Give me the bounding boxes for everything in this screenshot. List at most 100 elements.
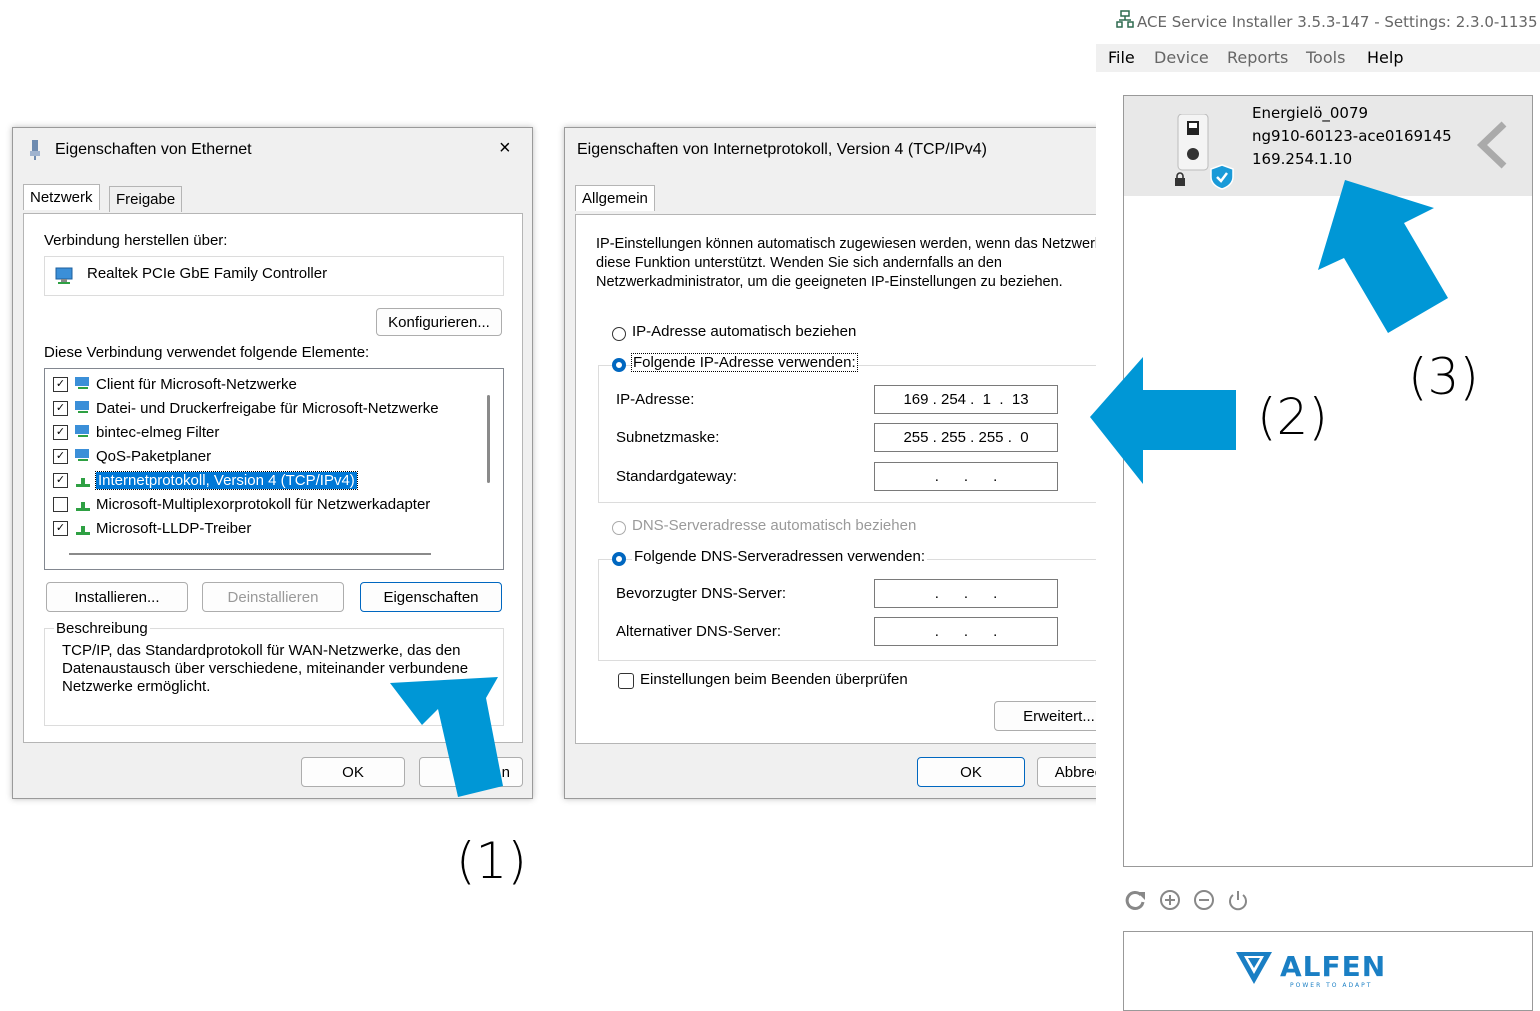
- list-item[interactable]: ✓ bintec-elmeg Filter: [53, 421, 219, 443]
- ip-auto-label[interactable]: IP-Adresse automatisch beziehen: [632, 323, 856, 340]
- elements-label: Diese Verbindung verwendet folgende Elem…: [44, 344, 370, 361]
- power-icon[interactable]: [1227, 889, 1249, 915]
- menu-bar: File Device Reports Tools Help: [1096, 44, 1540, 72]
- ip-address-label: IP-Adresse:: [616, 391, 695, 408]
- ip-auto-radio[interactable]: [612, 327, 626, 341]
- ace-app-window: ACE Service Installer 3.5.3-147 - Settin…: [1096, 0, 1540, 1011]
- tab-panel: IP-Einstellungen können automatisch zuge…: [575, 214, 1145, 744]
- list-item[interactable]: Microsoft-Multiplexorprotokoll für Netzw…: [53, 493, 430, 515]
- device-id: ng910-60123-ace0169145: [1252, 127, 1452, 145]
- close-icon[interactable]: ×: [499, 137, 511, 160]
- device-name: Energielö_0079: [1252, 104, 1369, 122]
- network-client-icon: [74, 376, 94, 392]
- annotation-arrow-2: [1080, 350, 1250, 494]
- dns-auto-radio: [612, 521, 626, 535]
- list-item-selected[interactable]: ✓ Internetprotokoll, Version 4 (TCP/IPv4…: [53, 469, 358, 491]
- validate-checkbox[interactable]: [618, 673, 634, 689]
- list-item-label: Datei- und Druckerfreigabe für Microsoft…: [96, 399, 439, 417]
- device-ip: 169.254.1.10: [1252, 150, 1353, 168]
- connect-label: Verbindung herstellen über:: [44, 232, 228, 249]
- network-client-icon: [74, 448, 94, 464]
- verified-shield-icon: [1210, 164, 1234, 194]
- list-item-label: Microsoft-Multiplexorprotokoll für Netzw…: [96, 495, 431, 513]
- validate-label[interactable]: Einstellungen beim Beenden überprüfen: [640, 671, 908, 688]
- tab-allgemein[interactable]: Allgemein: [575, 185, 655, 211]
- checkbox[interactable]: ✓: [53, 520, 68, 536]
- elements-list[interactable]: ✓ Client für Microsoft-Netzwerke ✓ Datei…: [44, 368, 504, 570]
- menu-reports[interactable]: Reports: [1227, 48, 1288, 67]
- alfen-logo-box: ALFEN POWER TO ADAPT: [1123, 931, 1533, 1011]
- lock-icon: [1174, 172, 1186, 190]
- menu-help[interactable]: Help: [1367, 48, 1403, 67]
- list-item-label: QoS-Paketplaner: [96, 447, 212, 465]
- subnet-mask-field[interactable]: 255 . 255 . 255 . 0: [874, 423, 1058, 452]
- app-icon: [1116, 10, 1134, 32]
- list-item-label: Client für Microsoft-Netzwerke: [96, 375, 297, 393]
- network-adapter-icon: [29, 140, 41, 160]
- subnet-mask-label: Subnetzmaske:: [616, 429, 720, 446]
- tab-freigabe[interactable]: Freigabe: [109, 186, 183, 212]
- remove-circle-icon[interactable]: [1193, 889, 1215, 915]
- list-item-label: bintec-elmeg Filter: [96, 423, 220, 441]
- annotation-label-1: (1): [456, 832, 527, 890]
- checkbox[interactable]: ✓: [53, 400, 68, 416]
- ipv4-properties-dialog: Eigenschaften von Internetprotokoll, Ver…: [564, 127, 1156, 799]
- alfen-logo-tagline: POWER TO ADAPT: [1290, 982, 1373, 989]
- configure-button[interactable]: Konfigurieren...: [376, 308, 502, 336]
- install-button[interactable]: Installieren...: [46, 582, 188, 612]
- list-item[interactable]: ✓ QoS-Paketplaner: [53, 445, 211, 467]
- dns-preferred-label: Bevorzugter DNS-Server:: [616, 585, 787, 602]
- ip-manual-radio[interactable]: [612, 358, 626, 372]
- list-item[interactable]: ✓ Microsoft-LLDP-Treiber: [53, 517, 251, 539]
- list-item[interactable]: ✓ Datei- und Druckerfreigabe für Microso…: [53, 397, 439, 419]
- list-item[interactable]: ✓ Client für Microsoft-Netzwerke: [53, 373, 297, 395]
- list-item-label: Internetprotokoll, Version 4 (TCP/IPv4): [95, 470, 358, 490]
- ip-address-field[interactable]: 169 . 254 . 1 . 13: [874, 385, 1058, 414]
- protocol-icon: [74, 496, 94, 512]
- protocol-icon: [74, 520, 94, 536]
- dns-alternate-field[interactable]: . . .: [874, 617, 1058, 646]
- dns-preferred-field[interactable]: . . .: [874, 579, 1058, 608]
- dns-manual-label[interactable]: Folgende DNS-Serveradressen verwenden:: [632, 548, 927, 565]
- gateway-label: Standardgateway:: [616, 468, 737, 485]
- checkbox[interactable]: ✓: [53, 424, 68, 440]
- chevron-left-icon[interactable]: [1476, 120, 1510, 174]
- menu-tools[interactable]: Tools: [1306, 48, 1345, 67]
- vertical-scrollbar[interactable]: [487, 395, 490, 483]
- dialog-title: Eigenschaften von Internetprotokoll, Ver…: [577, 141, 987, 158]
- add-circle-icon[interactable]: [1159, 889, 1181, 915]
- dialog-title: Eigenschaften von Ethernet: [55, 141, 252, 158]
- refresh-icon[interactable]: [1123, 888, 1147, 916]
- annotation-label-2: (2): [1257, 388, 1328, 446]
- tab-netzwerk[interactable]: Netzwerk: [23, 184, 100, 210]
- protocol-icon: [74, 472, 94, 488]
- ip-manual-label[interactable]: Folgende IP-Adresse verwenden:: [631, 353, 858, 372]
- gateway-field[interactable]: . . .: [874, 462, 1058, 491]
- horizontal-scrollbar[interactable]: [69, 553, 431, 555]
- adapter-icon: [55, 267, 75, 289]
- app-title: ACE Service Installer 3.5.3-147 - Settin…: [1137, 13, 1538, 31]
- network-client-icon: [74, 400, 94, 416]
- uninstall-button: Deinstallieren: [202, 582, 344, 612]
- annotation-label-3: (3): [1408, 348, 1479, 406]
- annotation-arrow-1: [370, 660, 530, 824]
- toolbar-icons: [1123, 888, 1263, 914]
- checkbox[interactable]: ✓: [53, 376, 68, 392]
- list-item-label: Microsoft-LLDP-Treiber: [96, 519, 252, 537]
- intro-text: IP-Einstellungen können automatisch zuge…: [596, 236, 1103, 290]
- checkbox[interactable]: [53, 496, 68, 512]
- dns-alternate-label: Alternativer DNS-Server:: [616, 623, 782, 640]
- dns-auto-label: DNS-Serveradresse automatisch beziehen: [632, 517, 917, 534]
- menu-device[interactable]: Device: [1154, 48, 1209, 67]
- ok-button[interactable]: OK: [917, 757, 1025, 787]
- annotation-arrow-3: [1300, 170, 1460, 344]
- adapter-box: Realtek PCIe GbE Family Controller: [44, 256, 504, 296]
- properties-button[interactable]: Eigenschaften: [360, 582, 502, 612]
- network-client-icon: [74, 424, 94, 440]
- dns-manual-radio[interactable]: [612, 552, 626, 566]
- alfen-logo-text: ALFEN: [1280, 950, 1387, 983]
- checkbox[interactable]: ✓: [53, 472, 68, 488]
- checkbox[interactable]: ✓: [53, 448, 68, 464]
- menu-file[interactable]: File: [1108, 48, 1135, 67]
- alfen-logo-icon: [1234, 950, 1274, 990]
